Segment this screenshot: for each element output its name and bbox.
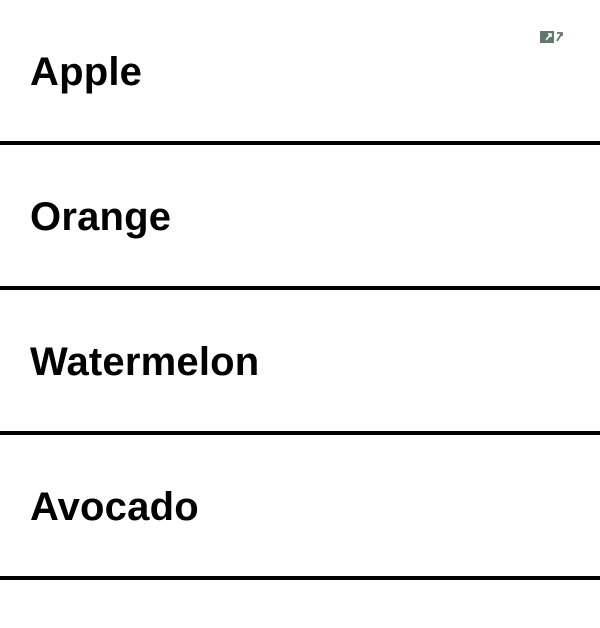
list-item-label: Apple [30,50,143,94]
list-item-label: Watermelon [30,340,260,384]
list-item-apple[interactable]: Apple [0,0,600,145]
fruit-list: Apple Orange Watermelon Avocado [0,0,600,580]
list-item-label: Orange [30,195,172,239]
list-item-label: Avocado [30,485,199,529]
list-item-orange[interactable]: Orange [0,145,600,290]
list-item-watermelon[interactable]: Watermelon [0,290,600,435]
list-item-avocado[interactable]: Avocado [0,435,600,580]
expand-icon[interactable] [540,30,564,44]
